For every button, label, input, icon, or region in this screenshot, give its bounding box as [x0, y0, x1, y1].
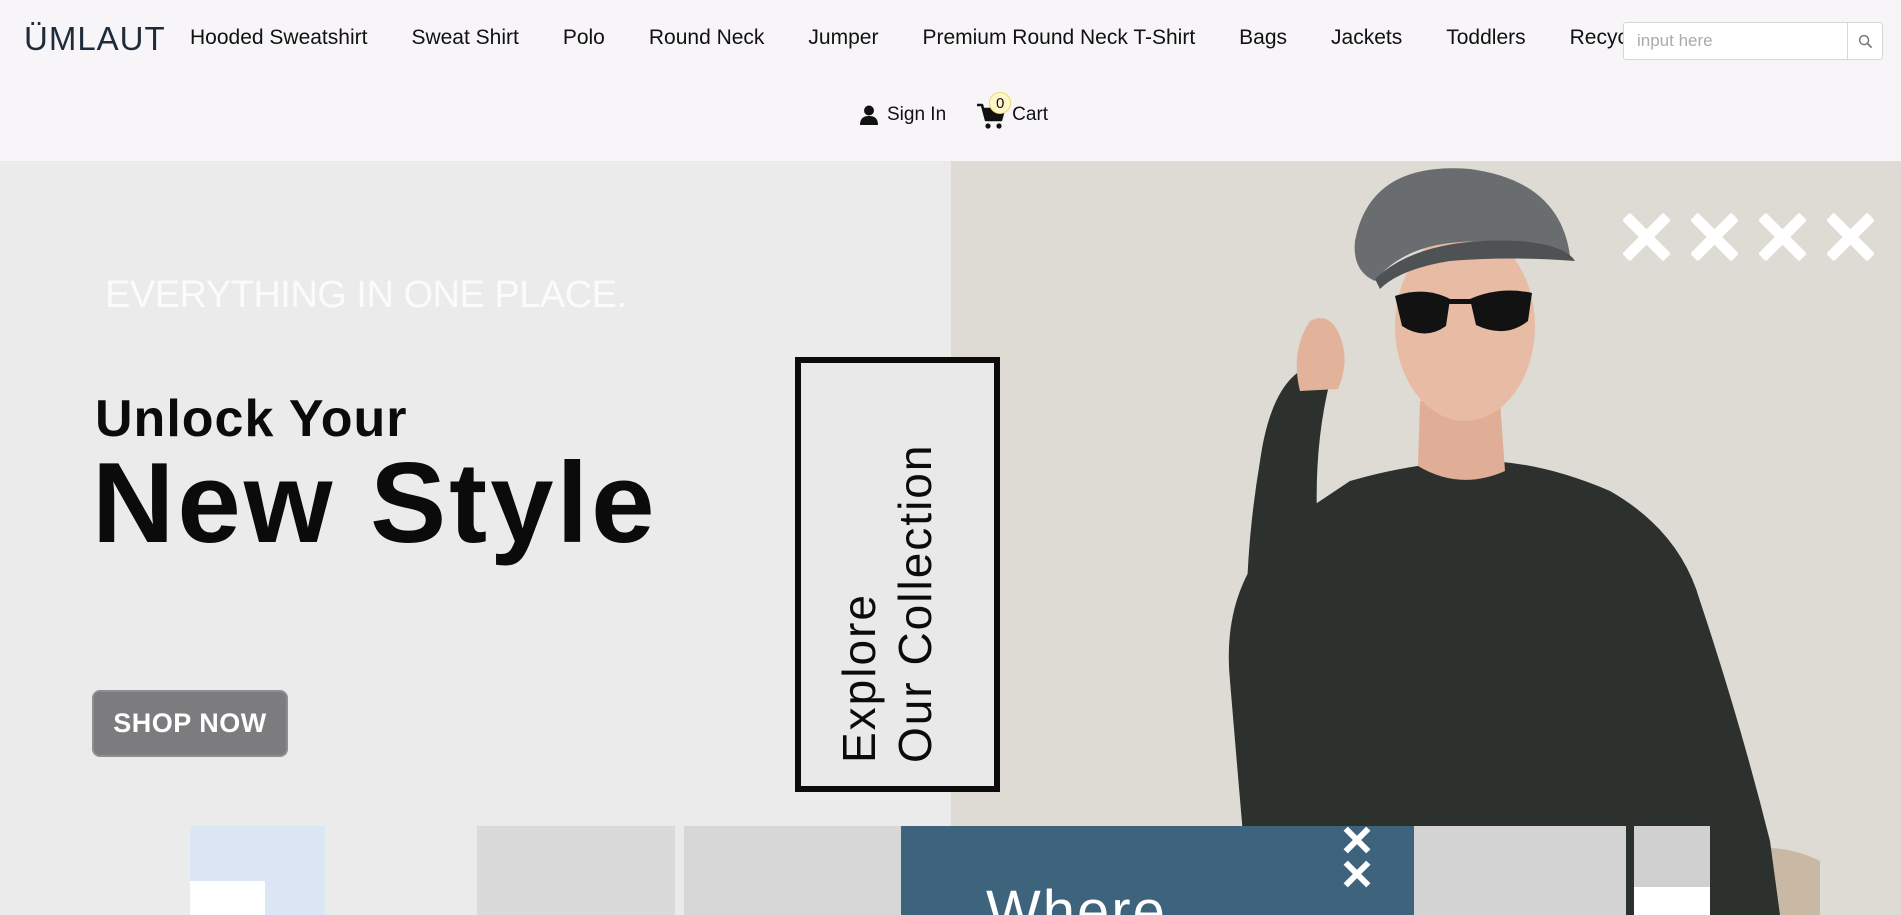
- search-button[interactable]: [1847, 22, 1883, 60]
- site-logo[interactable]: ÜMLAUT: [24, 20, 166, 58]
- cart-label: Cart: [1012, 104, 1049, 125]
- x-mark-icon: [1756, 211, 1808, 263]
- site-header: ÜMLAUT Hooded Sweatshirt Sweat Shirt Pol…: [0, 0, 1901, 161]
- promo-tile-2[interactable]: [477, 826, 675, 915]
- promo-tile-5[interactable]: [1414, 826, 1626, 915]
- cart-link[interactable]: 0 Cart: [976, 92, 1049, 130]
- nav-item-round-neck[interactable]: Round Neck: [649, 26, 765, 50]
- sign-in-label: Sign In: [887, 104, 947, 125]
- x-mark-icon: [1343, 826, 1371, 854]
- promo-tile-1[interactable]: [190, 826, 325, 915]
- sign-in-link[interactable]: Sign In: [860, 104, 946, 126]
- user-icon: [860, 105, 878, 125]
- shop-now-button[interactable]: SHOP NOW: [92, 690, 288, 757]
- x-mark-icon: [1620, 211, 1672, 263]
- cart-count-badge: 0: [989, 92, 1012, 114]
- search-icon: [1858, 34, 1872, 48]
- nav-item-bags[interactable]: Bags: [1239, 26, 1287, 50]
- x-mark-icon: [1688, 211, 1740, 263]
- x-mark-icon: [1343, 860, 1371, 888]
- hero-banner: EVERYTHING IN ONE PLACE. Unlock Your New…: [0, 161, 1901, 915]
- model-photo: [1228, 168, 1820, 915]
- explore-line-1: Explore: [833, 593, 885, 763]
- hero-tagline: EVERYTHING IN ONE PLACE.: [105, 274, 627, 316]
- nav-item-jackets[interactable]: Jackets: [1331, 26, 1402, 50]
- explore-line-2: Our Collection: [889, 443, 941, 763]
- nav-item-premium-round-neck[interactable]: Premium Round Neck T-Shirt: [922, 26, 1195, 50]
- nav-item-polo[interactable]: Polo: [563, 26, 605, 50]
- search-input[interactable]: [1623, 22, 1847, 60]
- nav-item-sweat-shirt[interactable]: Sweat Shirt: [411, 26, 518, 50]
- nav-item-toddlers[interactable]: Toddlers: [1446, 26, 1525, 50]
- explore-collection-box[interactable]: Explore Our Collection: [795, 357, 1000, 792]
- decorative-x-marks: [1620, 211, 1876, 263]
- nav-item-jumper[interactable]: Jumper: [808, 26, 878, 50]
- explore-collection-text: Explore Our Collection: [831, 444, 943, 763]
- x-mark-icon: [1824, 211, 1876, 263]
- main-nav: Hooded Sweatshirt Sweat Shirt Polo Round…: [190, 26, 1644, 50]
- promo-tile-where[interactable]: Where: [901, 826, 1414, 915]
- promo-tile-text: Where: [986, 879, 1167, 915]
- search-bar: [1623, 22, 1883, 60]
- promo-x-marks: [1343, 826, 1371, 894]
- promo-tile-3[interactable]: [684, 826, 901, 915]
- hero-headline-large: New Style: [92, 440, 658, 567]
- nav-item-hooded-sweatshirt[interactable]: Hooded Sweatshirt: [190, 26, 367, 50]
- promo-tile-6[interactable]: [1634, 826, 1710, 915]
- user-actions: Sign In 0 Cart: [860, 92, 1049, 130]
